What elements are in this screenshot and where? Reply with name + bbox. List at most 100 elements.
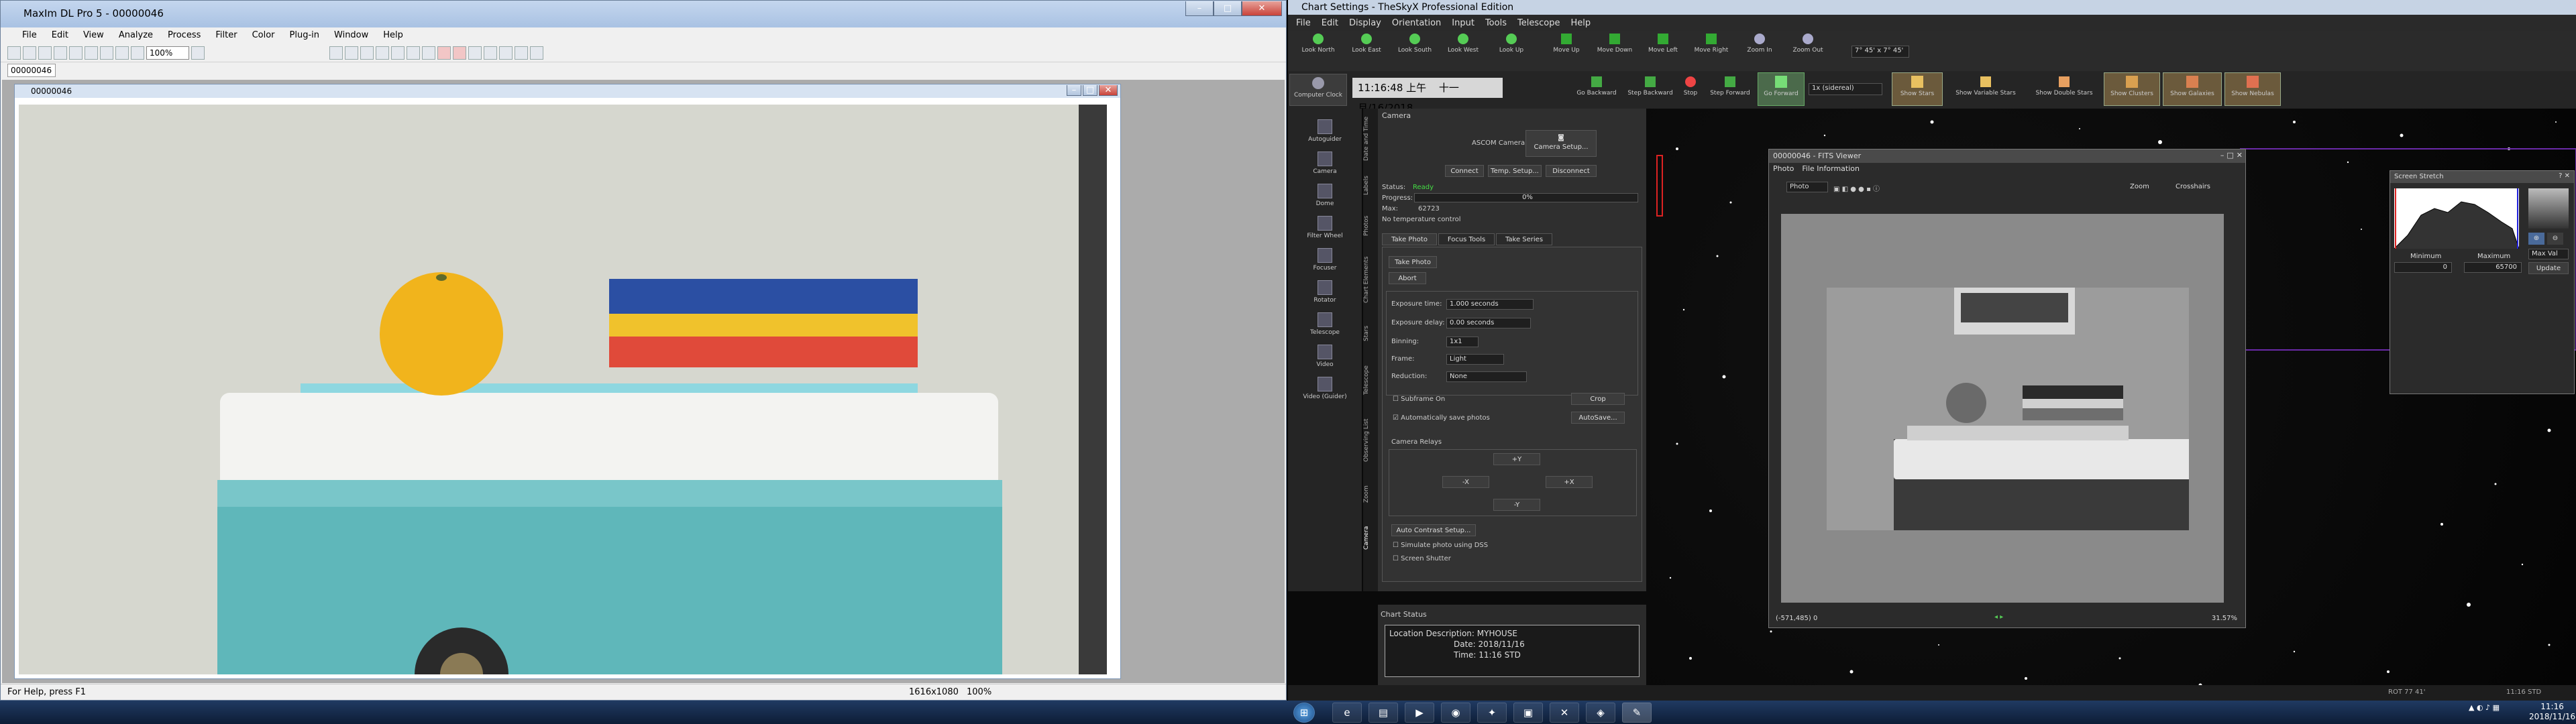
vtab-labels[interactable]: Labels <box>1363 169 1378 202</box>
menu-edit[interactable]: Edit <box>48 30 72 40</box>
relay-down-button[interactable]: -Y <box>1493 499 1540 511</box>
show-double-stars-button[interactable]: Show Double Stars <box>2027 75 2101 97</box>
help-icon[interactable] <box>191 46 205 60</box>
tab-focus-tools[interactable]: Focus Tools <box>1438 233 1495 245</box>
viewer-tool-icons[interactable]: ▣ ◧ ● ● ▪ ⓘ <box>1833 183 1880 193</box>
abort-button[interactable]: Abort <box>1389 272 1426 284</box>
frame-select[interactable]: Light <box>1446 354 1504 365</box>
device-autoguider[interactable]: Autoguider <box>1288 118 1362 143</box>
menu-process[interactable]: Process <box>164 30 205 40</box>
stop-button[interactable]: Stop <box>1674 75 1707 97</box>
device-video[interactable]: Video <box>1288 343 1362 368</box>
viewer-maximize-icon[interactable]: □ <box>2226 151 2233 160</box>
binning-select[interactable]: 1x1 <box>1446 337 1479 347</box>
relay-up-button[interactable]: +Y <box>1493 453 1540 465</box>
fits-viewer-title-bar[interactable]: 00000046 - FITS Viewer <box>1769 149 2245 163</box>
device-camera[interactable]: Camera <box>1288 150 1362 175</box>
stretch-update-button[interactable]: Update <box>2528 262 2569 274</box>
sx-menu-tools[interactable]: Tools <box>1481 18 1511 28</box>
record-icon[interactable] <box>453 46 466 60</box>
new-file-icon[interactable] <box>7 46 21 60</box>
device-focuser[interactable]: Focuser <box>1288 247 1362 272</box>
sx-menu-help[interactable]: Help <box>1566 18 1595 28</box>
save-icon[interactable] <box>23 46 36 60</box>
show-nebulas-button[interactable]: Show Nebulas <box>2224 72 2281 106</box>
connect-button[interactable]: Connect <box>1445 165 1484 177</box>
image-minimize-icon[interactable]: – <box>1067 85 1081 96</box>
theskyx-title-bar[interactable]: Chart Settings - TheSkyX Professional Ed… <box>1288 0 2576 15</box>
simulate-dss-checkbox[interactable]: ☐ Simulate photo using DSS <box>1393 542 1488 549</box>
sx-menu-telescope[interactable]: Telescope <box>1513 18 1564 28</box>
sx-menu-display[interactable]: Display <box>1345 18 1385 28</box>
date-time-display[interactable]: 11:16:48 上午 十一月/16/2018 <box>1352 78 1503 114</box>
device-dome[interactable]: Dome <box>1288 182 1362 207</box>
image-combo[interactable]: 00000046 <box>7 64 56 77</box>
menu-plugin[interactable]: Plug-in <box>286 30 323 40</box>
ellipse-icon[interactable] <box>515 46 528 60</box>
line-icon[interactable] <box>530 46 543 60</box>
menu-window[interactable]: Window <box>330 30 372 40</box>
device-telescope[interactable]: Telescope <box>1288 311 1362 336</box>
take-photo-button[interactable]: Take Photo <box>1389 256 1437 268</box>
redo-icon[interactable] <box>54 46 67 60</box>
flip-icon[interactable] <box>360 46 374 60</box>
crop-icon[interactable] <box>329 46 343 60</box>
vtab-observing-list[interactable]: Observing List <box>1363 410 1378 471</box>
viewer-zoom-label[interactable]: Zoom <box>2130 183 2149 190</box>
show-galaxies-button[interactable]: Show Galaxies <box>2163 72 2222 106</box>
menu-file[interactable]: File <box>18 30 41 40</box>
menu-view[interactable]: View <box>79 30 108 40</box>
zoom-select[interactable]: 100% <box>146 46 189 60</box>
device-filter-wheel[interactable]: Filter Wheel <box>1288 215 1362 239</box>
camera-image[interactable] <box>19 105 1107 674</box>
stretch-preset-select[interactable]: Max Val <box>2528 249 2569 259</box>
maxim-title-bar[interactable]: MaxIm DL Pro 5 - 00000046 <box>1 1 1286 27</box>
vtab-chart-elements[interactable]: Chart Elements <box>1363 249 1378 310</box>
subframe-checkbox[interactable]: ☐ Subframe On <box>1393 396 1445 403</box>
menu-analyze[interactable]: Analyze <box>115 30 157 40</box>
taskbar-maxim[interactable]: ◈ <box>1586 703 1615 723</box>
vtab-stars[interactable]: Stars <box>1363 316 1378 350</box>
sx-menu-orientation[interactable]: Orientation <box>1388 18 1445 28</box>
go-forward-button[interactable]: Go Forward <box>1758 72 1805 106</box>
menu-help[interactable]: Help <box>379 30 407 40</box>
screen-shutter-checkbox[interactable]: ☐ Screen Shutter <box>1393 555 1451 562</box>
viewer-close-icon[interactable]: ✕ <box>2237 151 2243 160</box>
stretch-maximum-input[interactable]: 65700 <box>2464 262 2522 273</box>
show-clusters-button[interactable]: Show Clusters <box>2104 72 2160 106</box>
maximize-icon[interactable]: □ <box>1214 1 1242 16</box>
relay-left-button[interactable]: -X <box>1442 476 1489 488</box>
stretch-zoom-in-icon[interactable]: ⊕ <box>2528 233 2544 245</box>
taskbar-explorer[interactable]: ▤ <box>1368 703 1398 723</box>
start-button[interactable]: ⊞ <box>1293 703 1315 723</box>
relay-right-button[interactable]: +X <box>1546 476 1593 488</box>
look-up-button[interactable]: Look Up <box>1481 31 1542 54</box>
computer-clock-button[interactable]: Computer Clock <box>1289 74 1347 106</box>
show-stars-button[interactable]: Show Stars <box>1892 72 1943 106</box>
filter-icon[interactable] <box>391 46 405 60</box>
stretch-minimum-input[interactable]: 0 <box>2394 262 2452 273</box>
taskbar-theskyx[interactable]: ✕ <box>1550 703 1579 723</box>
zoom-in-icon[interactable] <box>115 46 129 60</box>
reduction-select[interactable]: None <box>1446 371 1527 382</box>
show-variable-stars-button[interactable]: Show Variable Stars <box>1945 75 2026 97</box>
viewer-mode-select[interactable]: Photo <box>1786 182 1828 192</box>
minimize-icon[interactable]: – <box>1185 1 1214 16</box>
crop-button[interactable]: Crop <box>1571 393 1625 405</box>
fits-viewer-canvas[interactable] <box>1781 214 2224 603</box>
exposure-time-input[interactable]: 1.000 seconds <box>1446 299 1534 310</box>
stretch-zoom-out-icon[interactable]: ⊖ <box>2547 233 2563 245</box>
vtab-date-time[interactable]: Date and Time <box>1363 115 1378 162</box>
exposure-delay-input[interactable]: 0.00 seconds <box>1446 318 1531 328</box>
screen-stretch-icon[interactable] <box>85 46 98 60</box>
image-window-title[interactable]: 00000046 <box>15 84 1120 98</box>
tracking-rate-select[interactable]: 1x (sidereal) <box>1809 83 1882 95</box>
viewer-tab-file-information[interactable]: File Information <box>1802 164 1860 173</box>
camera-setup-button[interactable]: ◙ Camera Setup... <box>1525 130 1597 157</box>
histogram[interactable] <box>2394 188 2520 249</box>
autosave-button[interactable]: AutoSave... <box>1571 412 1625 424</box>
taskbar-media-player[interactable]: ▶ <box>1405 703 1434 723</box>
crosshair-icon[interactable] <box>407 46 420 60</box>
viewer-tab-photo[interactable]: Photo <box>1773 164 1794 173</box>
info-icon[interactable] <box>100 46 113 60</box>
